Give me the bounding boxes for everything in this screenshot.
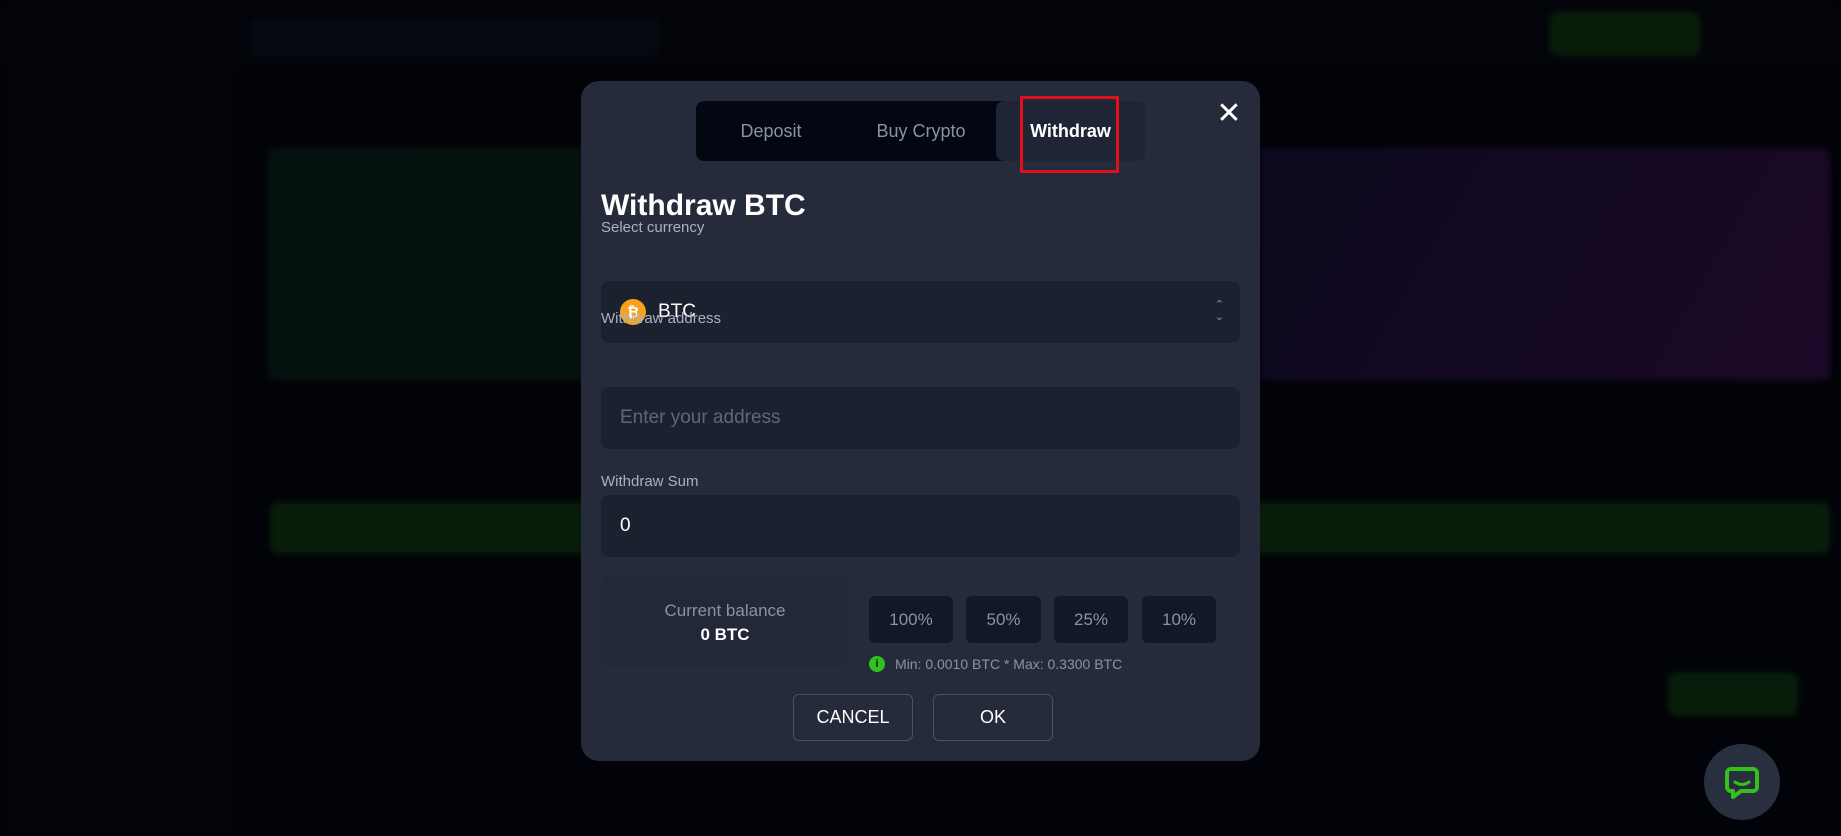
- percent-50-button[interactable]: 50%: [966, 596, 1041, 643]
- currency-label: Select currency: [601, 219, 705, 236]
- balance-box: Current balance 0 BTC: [601, 576, 849, 666]
- chevron-updown-icon: ⌃ ⌄: [1214, 299, 1224, 323]
- address-field[interactable]: [601, 387, 1240, 449]
- modal-title: Withdraw BTC: [601, 189, 806, 222]
- highlight-box: [1020, 96, 1119, 173]
- cancel-button[interactable]: CANCEL: [793, 694, 913, 741]
- ok-button[interactable]: OK: [933, 694, 1053, 741]
- info-icon: i: [869, 656, 885, 672]
- tab-deposit[interactable]: Deposit: [696, 101, 846, 161]
- percent-25-button[interactable]: 25%: [1054, 596, 1128, 643]
- chat-icon: [1725, 767, 1759, 799]
- sum-input[interactable]: [620, 515, 1240, 537]
- withdraw-modal: Deposit Buy Crypto Withdraw ✕ Withdraw B…: [581, 81, 1260, 761]
- balance-value: 0 BTC: [700, 625, 750, 644]
- sum-field[interactable]: [601, 495, 1240, 557]
- sum-label: Withdraw Sum: [601, 473, 699, 490]
- balance-label: Current balance: [664, 601, 786, 620]
- limits-info: i Min: 0.0010 BTC * Max: 0.3300 BTC: [869, 656, 1122, 672]
- address-label: Withdraw address: [601, 310, 722, 327]
- limits-text: Min: 0.0010 BTC * Max: 0.3300 BTC: [895, 656, 1123, 672]
- percent-100-button[interactable]: 100%: [869, 596, 953, 643]
- close-icon[interactable]: ✕: [1216, 99, 1242, 129]
- live-chat-button[interactable]: [1704, 744, 1780, 820]
- tab-buy-crypto[interactable]: Buy Crypto: [846, 101, 996, 161]
- percent-10-button[interactable]: 10%: [1142, 596, 1216, 643]
- address-input[interactable]: [620, 407, 1240, 429]
